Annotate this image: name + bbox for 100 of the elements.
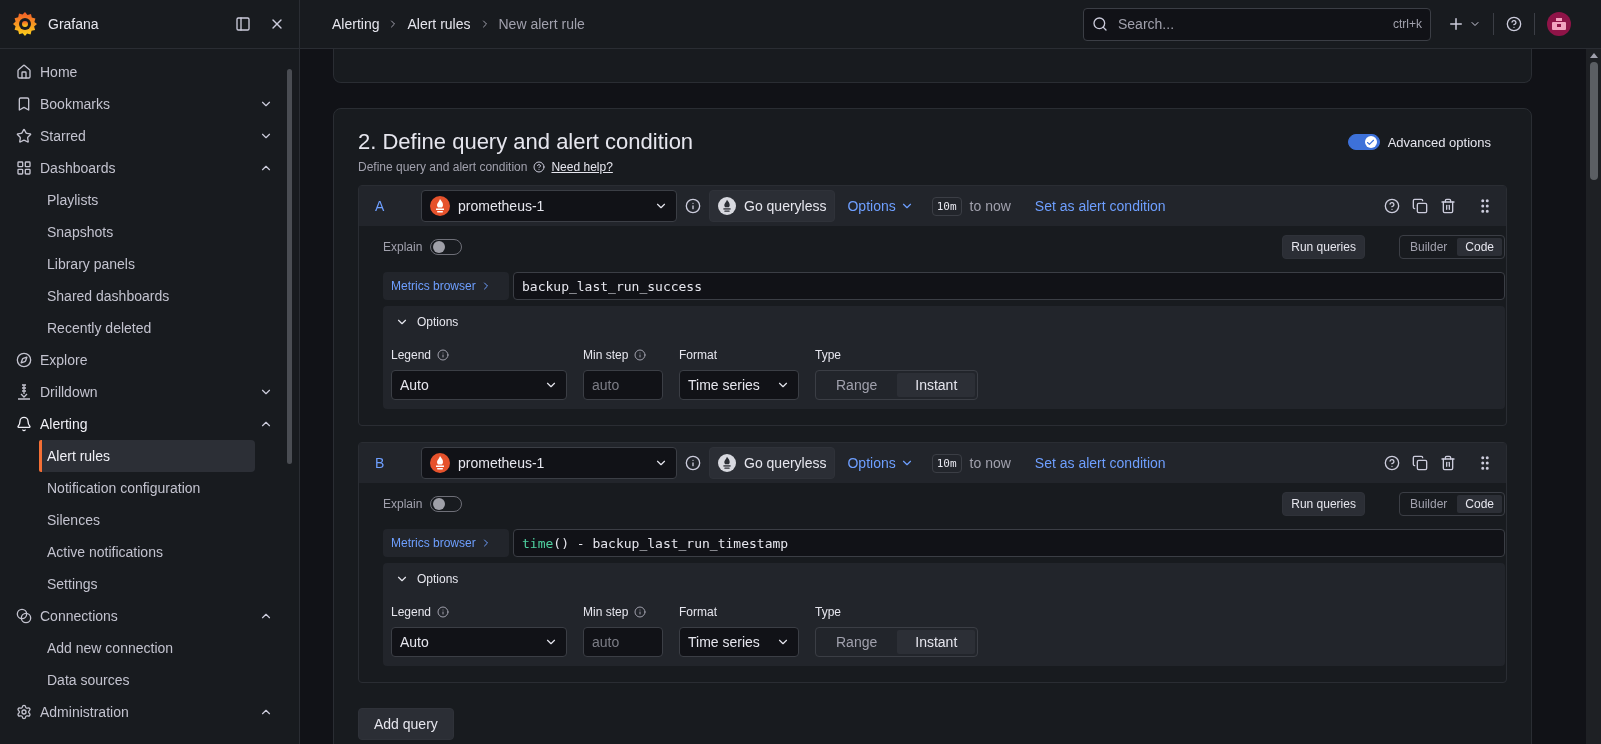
field-label: Legend: [391, 348, 432, 362]
nav-subitem[interactable]: Silences: [39, 504, 255, 536]
nav-subitem[interactable]: Active notifications: [39, 536, 255, 568]
min-step-input[interactable]: auto: [583, 370, 663, 400]
nav-item[interactable]: Drilldown: [4, 376, 287, 408]
new-button[interactable]: [1447, 15, 1481, 33]
nav-subitem[interactable]: Data sources: [39, 664, 255, 696]
nav-subitem[interactable]: Settings: [39, 568, 255, 600]
nav-item[interactable]: Starred: [4, 120, 287, 152]
mode-tab[interactable]: Builder: [1401, 495, 1456, 513]
help-icon[interactable]: [1384, 455, 1400, 471]
section-title: 2. Define query and alert condition: [358, 129, 694, 155]
nav-subitem[interactable]: Recently deleted: [39, 312, 255, 344]
format-select[interactable]: Time series: [679, 370, 799, 400]
star-icon: [16, 128, 32, 144]
set-condition-link[interactable]: Set as alert condition: [1030, 198, 1170, 214]
search-bar[interactable]: Search... ctrl+k: [1083, 7, 1431, 41]
legend-select[interactable]: Auto: [391, 370, 567, 400]
metrics-browser-button[interactable]: Metrics browser: [383, 529, 509, 557]
options-toggle[interactable]: Options: [391, 563, 463, 595]
copy-icon[interactable]: [1412, 198, 1428, 214]
time-range-badge: 10m: [931, 196, 962, 216]
info-icon[interactable]: [685, 198, 701, 214]
section-subtitle: Define query and alert condition: [358, 160, 528, 174]
advanced-options-toggle[interactable]: [1347, 134, 1380, 150]
check-icon: [1366, 137, 1376, 147]
query-editor[interactable]: time() - backup_last_run_timestamp: [513, 529, 1505, 557]
options-toggle[interactable]: Options: [391, 306, 463, 338]
run-queries-button[interactable]: Run queries: [1282, 235, 1365, 259]
run-queries-button[interactable]: Run queries: [1282, 492, 1365, 516]
min-step-input[interactable]: auto: [583, 627, 663, 657]
nav-subitem[interactable]: Notification configuration: [39, 472, 255, 504]
go-queryless-button[interactable]: Go queryless: [709, 447, 836, 479]
info-icon[interactable]: [634, 349, 647, 361]
brand-name: Grafana: [48, 16, 100, 32]
field-label: Min step: [583, 348, 629, 362]
nav-item[interactable]: Bookmarks: [4, 88, 287, 120]
query-editor[interactable]: backup_last_run_success: [513, 272, 1505, 300]
nav-item[interactable]: Administration: [4, 696, 287, 728]
shortcut-hint: ctrl+k: [1393, 17, 1422, 31]
nav-item[interactable]: Explore: [4, 344, 287, 376]
type-option[interactable]: Instant: [897, 630, 976, 654]
user-avatar[interactable]: [1547, 12, 1571, 36]
nav-item[interactable]: Alerting: [4, 408, 287, 440]
type-option[interactable]: Instant: [897, 373, 976, 397]
field-label: Min step: [583, 605, 629, 619]
field-label: Legend: [391, 605, 432, 619]
datasource-select[interactable]: prometheus-1: [421, 447, 677, 479]
mode-tab[interactable]: Code: [1457, 495, 1502, 513]
mode-tab[interactable]: Builder: [1401, 238, 1456, 256]
mode-tab[interactable]: Code: [1457, 238, 1502, 256]
nav-subitem[interactable]: Snapshots: [39, 216, 255, 248]
time-range-badge: 10m: [931, 453, 962, 473]
type-option[interactable]: Range: [818, 630, 896, 654]
nav-item[interactable]: Connections: [4, 600, 287, 632]
info-icon[interactable]: [634, 606, 647, 618]
options-button[interactable]: Options: [843, 198, 918, 214]
nav-subitem[interactable]: Library panels: [39, 248, 255, 280]
trash-icon[interactable]: [1440, 198, 1456, 214]
help-icon[interactable]: [533, 161, 546, 173]
advanced-options-label: Advanced options: [1387, 134, 1491, 150]
breadcrumb-link[interactable]: New alert rule: [498, 16, 585, 32]
options-button[interactable]: Options: [843, 455, 918, 471]
explain-label: Explain: [383, 497, 423, 511]
legend-select[interactable]: Auto: [391, 627, 567, 657]
dock-menu-button[interactable]: [235, 16, 251, 32]
copy-icon[interactable]: [1412, 455, 1428, 471]
format-select[interactable]: Time series: [679, 627, 799, 657]
go-queryless-button[interactable]: Go queryless: [709, 190, 836, 222]
info-icon[interactable]: [685, 455, 701, 471]
metrics-browser-button[interactable]: Metrics browser: [383, 272, 509, 300]
plus-icon: [1447, 15, 1465, 33]
help-button[interactable]: [1506, 16, 1522, 32]
home-icon: [16, 64, 32, 80]
nav-subitem[interactable]: Playlists: [39, 184, 255, 216]
search-field[interactable]: Search...: [1116, 15, 1385, 33]
scrollbar-thumb[interactable]: [1589, 62, 1598, 180]
trash-icon[interactable]: [1440, 455, 1456, 471]
breadcrumb-link[interactable]: Alert rules: [407, 16, 471, 32]
info-icon[interactable]: [437, 606, 450, 618]
set-condition-link[interactable]: Set as alert condition: [1030, 455, 1170, 471]
compass-icon: [16, 352, 32, 368]
breadcrumb-link[interactable]: Alerting: [332, 16, 380, 32]
query-ref: A: [375, 198, 386, 214]
help-icon[interactable]: [1384, 198, 1400, 214]
flame-logo-icon: [718, 197, 736, 215]
info-icon[interactable]: [437, 349, 450, 361]
add-query-button[interactable]: Add query: [358, 708, 454, 740]
nav-subitem[interactable]: Shared dashboards: [39, 280, 255, 312]
nav-subitem[interactable]: Add new connection: [39, 632, 255, 664]
nav-item[interactable]: Home: [4, 56, 287, 88]
scrollbar-thumb[interactable]: [287, 69, 292, 464]
nav-subitem[interactable]: Alert rules: [39, 440, 255, 472]
nav-item[interactable]: Dashboards: [4, 152, 287, 184]
search-icon: [1092, 16, 1108, 32]
type-option[interactable]: Range: [818, 373, 896, 397]
scroll-up-icon[interactable]: [1589, 53, 1598, 58]
help-link[interactable]: Need help?: [551, 160, 613, 174]
bookmark-icon: [16, 96, 32, 112]
datasource-select[interactable]: prometheus-1: [421, 190, 677, 222]
